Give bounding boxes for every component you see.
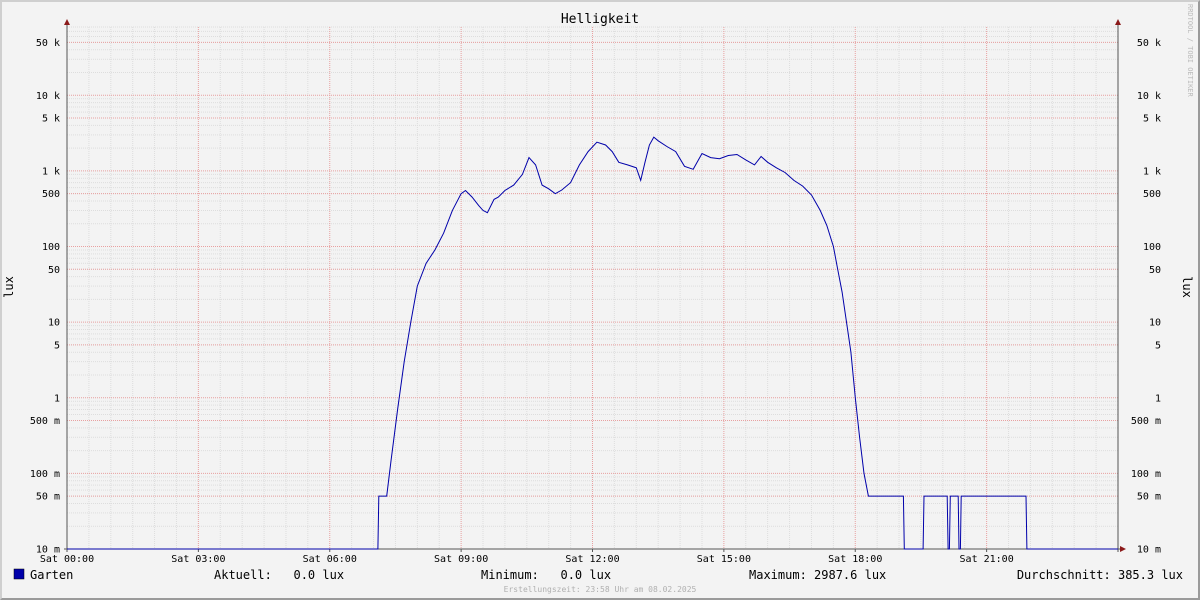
y-tick-label-left: 5 k xyxy=(42,114,60,125)
y-tick-label-left: 100 xyxy=(42,242,60,253)
grid xyxy=(66,26,1118,550)
legend-swatch-garten xyxy=(13,568,25,580)
y-tick-label-left: 10 xyxy=(48,318,60,329)
y-tick-label-right: 500 xyxy=(1143,189,1161,200)
brightness-chart: Helligkeit RRDTOOL / TOBI OETIKER lux lu… xyxy=(2,4,1194,594)
y-tick-label-right: 10 k xyxy=(1137,91,1161,102)
rrdtool-watermark: RRDTOOL / TOBI OETIKER xyxy=(1186,4,1194,98)
x-tick-label: Sat 06:00 xyxy=(303,554,357,565)
x-tick-label: Sat 21:00 xyxy=(960,554,1014,565)
x-axis-arrow xyxy=(1120,546,1126,552)
y-tick-label-right: 5 xyxy=(1155,340,1161,351)
y-tick-label-left: 500 m xyxy=(30,416,60,427)
x-tick-label: Sat 12:00 xyxy=(565,554,619,565)
legend-aktuell: Aktuell: 0.0 lux xyxy=(214,568,344,582)
y-tick-label-right: 1 k xyxy=(1143,166,1161,177)
y-tick-label-left: 50 m xyxy=(36,492,60,503)
legend-series-label: Garten xyxy=(30,568,73,582)
y-axis-label-right: lux xyxy=(1180,276,1194,298)
y-tick-label-right: 5 k xyxy=(1143,114,1161,125)
y-tick-label-right: 50 m xyxy=(1137,492,1161,503)
x-tick-label: Sat 15:00 xyxy=(697,554,751,565)
y-tick-label-left: 50 xyxy=(48,265,60,276)
x-tick-label: Sat 09:00 xyxy=(434,554,488,565)
x-tick-label: Sat 00:00 xyxy=(40,554,94,565)
y-tick-label-left: 1 xyxy=(54,393,60,404)
y-tick-label-right: 50 xyxy=(1149,265,1161,276)
y-tick-label-right: 10 m xyxy=(1137,545,1161,556)
x-tick-label: Sat 03:00 xyxy=(171,554,225,565)
y-tick-label-left: 10 k xyxy=(36,91,60,102)
legend-maximum: Maximum: 2987.6 lux xyxy=(749,568,886,582)
y-tick-label-right: 100 m xyxy=(1131,469,1161,480)
y-tick-label-left: 100 m xyxy=(30,469,60,480)
y-tick-label-left: 5 xyxy=(54,340,60,351)
x-tick-labels: Sat 00:00 Sat 03:00 Sat 06:00 Sat 09:00 Sat … xyxy=(40,554,1014,565)
y-tick-label-right: 500 m xyxy=(1131,416,1161,427)
y-axis-label-left: lux xyxy=(2,276,16,298)
y-tick-label-left: 500 xyxy=(42,189,60,200)
y-tick-labels: 50 k 50 k 10 k 10 k 5 k 5 k 1 k 1 k 500 500 100 100… xyxy=(30,38,1161,556)
x-tick-label: Sat 18:00 xyxy=(828,554,882,565)
chart-title: Helligkeit xyxy=(561,12,639,27)
y-tick-label-right: 1 xyxy=(1155,393,1161,404)
y-tick-label-left: 1 k xyxy=(42,166,60,177)
y-tick-label-left: 50 k xyxy=(36,38,60,49)
y-axis-arrow-left xyxy=(64,19,70,25)
legend-durchschnitt: Durchschnitt: 385.3 lux xyxy=(1017,568,1183,582)
footer-creation-time: Erstellungszeit: 23:58 Uhr am 08.02.2025 xyxy=(504,585,697,594)
legend-minimum: Minimum: 0.0 lux xyxy=(481,568,611,582)
y-tick-label-right: 50 k xyxy=(1137,38,1161,49)
y-axis-arrow-right xyxy=(1115,19,1121,25)
y-tick-label-right: 10 xyxy=(1149,318,1161,329)
y-tick-label-right: 100 xyxy=(1143,242,1161,253)
